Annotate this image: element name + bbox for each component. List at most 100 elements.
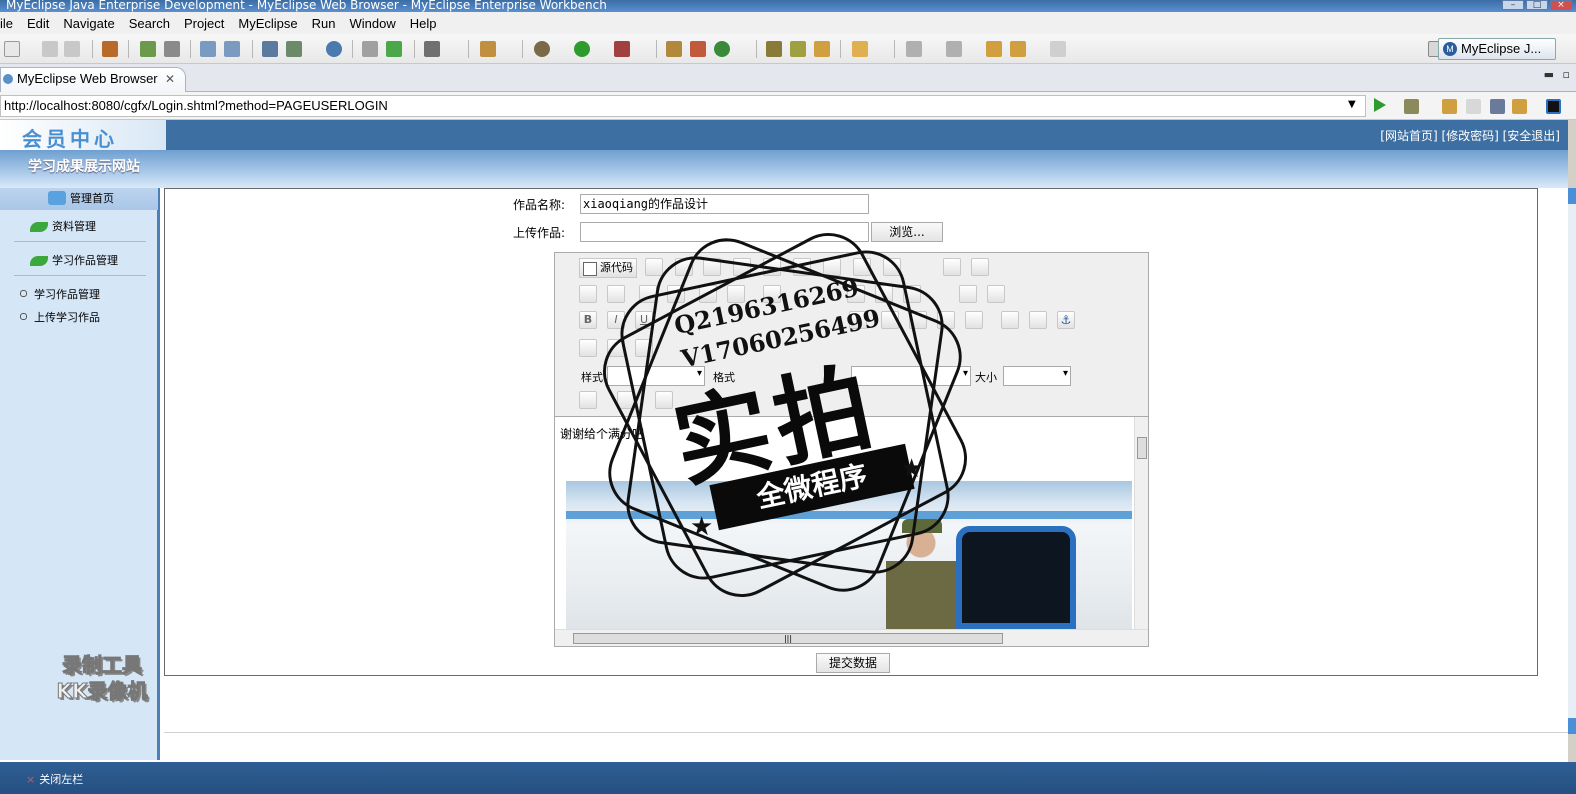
scroll-up-icon[interactable] <box>1568 188 1576 204</box>
go-icon[interactable] <box>1374 98 1386 112</box>
settings-icon[interactable] <box>1404 99 1419 114</box>
size-select[interactable] <box>1003 366 1071 386</box>
find-icon[interactable] <box>639 285 657 303</box>
redo-icon[interactable] <box>607 285 625 303</box>
flash-icon[interactable] <box>607 339 625 357</box>
last-edit-icon[interactable] <box>986 41 1002 57</box>
next-annotation-icon[interactable] <box>906 41 922 57</box>
console-icon[interactable] <box>1546 99 1561 114</box>
debug-server-icon[interactable] <box>140 41 156 57</box>
back-icon[interactable] <box>1010 41 1026 57</box>
menu-help[interactable]: Help <box>403 16 444 31</box>
image-icon[interactable] <box>579 339 597 357</box>
bg-color-icon[interactable] <box>617 391 635 409</box>
debug-icon[interactable] <box>534 41 550 57</box>
paste-text-icon[interactable] <box>853 258 871 276</box>
menu-window[interactable]: Window <box>343 16 403 31</box>
textarea-icon[interactable] <box>875 285 893 303</box>
paste-word-icon[interactable] <box>883 258 901 276</box>
font-select[interactable] <box>851 366 971 386</box>
nav-item-upload-work[interactable]: 上传学习作品 <box>20 309 100 325</box>
server-icon[interactable] <box>164 41 180 57</box>
templates-icon[interactable] <box>733 258 751 276</box>
menu-myeclipse[interactable]: MyEclipse <box>231 16 304 31</box>
editor-horizontal-scrollbar[interactable]: ||| <box>555 629 1148 646</box>
minimize-icon[interactable]: – <box>1502 0 1524 10</box>
textfield-icon[interactable] <box>847 285 865 303</box>
folder-icon[interactable] <box>852 41 868 57</box>
header-links[interactable]: [网站首页] [修改密码] [安全退出] <box>1380 127 1560 144</box>
globe-icon[interactable] <box>326 41 342 57</box>
align-left-icon[interactable] <box>881 311 899 329</box>
menu-file[interactable]: ile <box>0 16 20 31</box>
underline-icon[interactable]: U <box>635 311 653 329</box>
close-left-panel-link[interactable]: 关闭左栏 <box>26 771 83 787</box>
browser-refresh-icon[interactable] <box>1512 99 1527 114</box>
editor-content-area[interactable]: 谢谢给个满分吧 <box>555 417 1148 629</box>
browser-stop-icon[interactable] <box>1490 99 1505 114</box>
open-folder-icon[interactable] <box>814 41 830 57</box>
spellcheck-icon[interactable] <box>971 258 989 276</box>
camera-icon[interactable] <box>424 41 440 57</box>
maximize-editor-icon[interactable] <box>655 391 673 409</box>
open-type-icon[interactable] <box>766 41 782 57</box>
save-icon[interactable] <box>42 41 58 57</box>
paste-icon[interactable] <box>823 258 841 276</box>
url-input[interactable]: http://localhost:8080/cgfx/Login.shtml?m… <box>0 95 1366 117</box>
bold-icon[interactable]: B <box>579 311 597 329</box>
preview-icon[interactable] <box>703 258 721 276</box>
nav-section-works[interactable]: 学习作品管理 <box>14 246 146 276</box>
new-icon[interactable] <box>4 41 20 57</box>
save-all-icon[interactable] <box>64 41 80 57</box>
db-icon[interactable] <box>362 41 378 57</box>
minimize-view-icon[interactable]: ▬ <box>1544 68 1554 81</box>
tab-close-icon[interactable]: ✕ <box>165 68 175 90</box>
scrollbar-thumb[interactable] <box>1137 437 1147 459</box>
copy-icon[interactable] <box>793 258 811 276</box>
web-service-icon[interactable] <box>262 41 278 57</box>
new-class-icon[interactable] <box>690 41 706 57</box>
editor-vertical-scrollbar[interactable] <box>1134 417 1148 629</box>
scrollbar-thumb[interactable]: ||| <box>573 633 1003 644</box>
print-icon[interactable] <box>943 258 961 276</box>
package-icon[interactable] <box>102 41 118 57</box>
submit-data-button[interactable]: 提交数据 <box>816 653 890 673</box>
run-config-icon[interactable] <box>480 41 496 57</box>
menu-search[interactable]: Search <box>122 16 177 31</box>
add-icon[interactable] <box>386 41 402 57</box>
text-color-icon[interactable] <box>579 391 597 409</box>
maximize-icon[interactable]: □ <box>1526 0 1548 10</box>
menu-project[interactable]: Project <box>177 16 231 31</box>
select-all-icon[interactable] <box>699 285 717 303</box>
refresh-icon[interactable] <box>714 41 730 57</box>
style-select[interactable] <box>607 366 705 386</box>
link-icon[interactable] <box>1001 311 1019 329</box>
anchor-icon[interactable]: ⚓ <box>1057 311 1075 329</box>
remove-format-icon[interactable] <box>727 285 745 303</box>
wand-icon[interactable] <box>790 41 806 57</box>
tab-myeclipse-web-browser[interactable]: MyEclipse Web Browser ✕ <box>0 67 186 92</box>
menu-edit[interactable]: Edit <box>20 16 56 31</box>
new-package-icon[interactable] <box>666 41 682 57</box>
menu-run[interactable]: Run <box>305 16 343 31</box>
align-center-icon[interactable] <box>909 311 927 329</box>
indent-icon[interactable] <box>849 311 867 329</box>
external-tools-icon[interactable] <box>614 41 630 57</box>
browse-button[interactable]: 浏览... <box>871 222 943 242</box>
maximize-view-icon[interactable]: ▫ <box>1563 68 1570 81</box>
nav-home[interactable]: 管理首页 <box>0 188 158 210</box>
source-code-button[interactable]: 源代码 <box>579 258 637 278</box>
form-icon[interactable] <box>763 285 781 303</box>
browser-back-icon[interactable] <box>1442 99 1457 114</box>
new-file-icon[interactable] <box>286 41 302 57</box>
hidden-field-icon[interactable] <box>987 285 1005 303</box>
menu-navigate[interactable]: Navigate <box>56 16 121 31</box>
page-vertical-scrollbar[interactable] <box>1568 188 1576 734</box>
table-icon[interactable] <box>635 339 653 357</box>
work-name-input[interactable]: xiaoqiang的作品设计 <box>580 194 869 214</box>
replace-icon[interactable] <box>667 285 685 303</box>
perspective-myeclipse-button[interactable]: MyEclipse J... <box>1438 38 1556 60</box>
prev-annotation-icon[interactable] <box>946 41 962 57</box>
new-page-icon[interactable] <box>645 258 663 276</box>
deploy-icon[interactable] <box>200 41 216 57</box>
